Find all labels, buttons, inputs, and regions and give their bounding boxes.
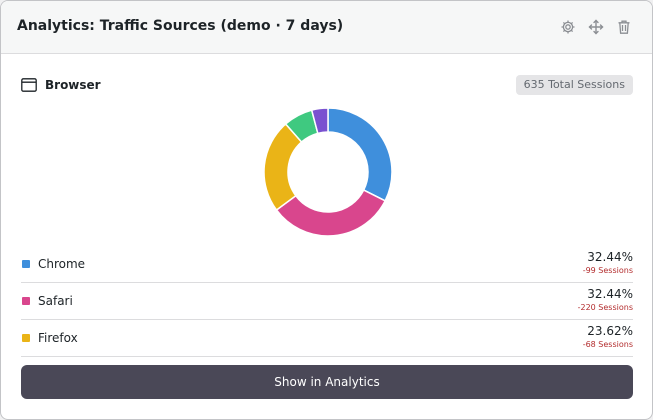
legend-row: 7.40% bbox=[21, 357, 633, 361]
legend-percent: 32.44% bbox=[587, 287, 633, 301]
legend-label: Chrome bbox=[38, 257, 86, 271]
widget-title: Analytics: Traffic Sources (demo · 7 day… bbox=[17, 18, 344, 34]
donut-slice-chrome bbox=[327, 107, 393, 202]
browser-legend-list: Chrome 32.44% -99 Sessions Safari 32.44% -220… bbox=[21, 246, 633, 361]
browser-section-header: Browser 635 Total Sessions bbox=[21, 75, 633, 97]
legend-delta: -220 Sessions bbox=[577, 303, 633, 312]
widget-header: Analytics: Traffic Sources (demo · 7 day… bbox=[1, 1, 652, 54]
legend-row: Firefox 23.62% -68 Sessions bbox=[21, 320, 633, 357]
legend-label: Firefox bbox=[38, 331, 78, 345]
trash-icon[interactable] bbox=[616, 18, 632, 36]
header-actions bbox=[560, 18, 632, 36]
legend-swatch bbox=[22, 260, 30, 268]
legend-row: Safari 32.44% -220 Sessions bbox=[21, 283, 633, 320]
legend-percent: 32.44% bbox=[587, 250, 633, 264]
legend-delta: -68 Sessions bbox=[582, 340, 633, 349]
analytics-widget: Analytics: Traffic Sources (demo · 7 day… bbox=[0, 0, 653, 420]
legend-delta: -99 Sessions bbox=[582, 266, 633, 275]
legend-swatch bbox=[22, 297, 30, 305]
legend-label: Safari bbox=[38, 294, 73, 308]
browser-donut-chart bbox=[263, 107, 393, 237]
move-arrows-icon[interactable] bbox=[588, 18, 604, 36]
gear-icon[interactable] bbox=[560, 18, 576, 36]
browser-window-icon bbox=[21, 78, 37, 92]
legend-percent: 23.62% bbox=[587, 324, 633, 338]
show-in-analytics-button[interactable]: Show in Analytics bbox=[21, 365, 633, 399]
section-title: Browser bbox=[45, 78, 101, 92]
total-sessions-badge: 635 Total Sessions bbox=[515, 75, 633, 95]
legend-row: Chrome 32.44% -99 Sessions bbox=[21, 246, 633, 283]
legend-swatch bbox=[22, 334, 30, 342]
